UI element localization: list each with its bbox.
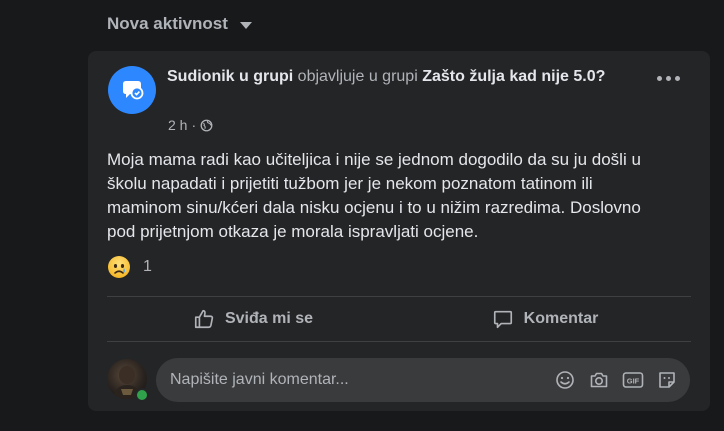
post-actions: Sviđa mi se Komentar	[107, 297, 691, 341]
sad-face-icon	[108, 256, 130, 278]
like-label: Sviđa mi se	[224, 310, 314, 327]
comment-input[interactable]	[156, 370, 554, 390]
more-dot	[657, 76, 662, 81]
comment-label: Komentar	[523, 310, 599, 327]
camera-icon[interactable]	[588, 369, 610, 391]
composer-icons: GIF	[554, 369, 690, 391]
feed-filter-dropdown[interactable]: Nova aktivnost	[107, 14, 252, 34]
more-dot	[666, 76, 671, 81]
author-name[interactable]: Sudionik u grupi	[167, 68, 293, 85]
post-timestamp[interactable]: 2 h	[168, 117, 187, 133]
group-member-avatar[interactable]	[108, 66, 156, 114]
post-body: Moja mama radi kao učiteljica i nije se …	[107, 150, 641, 241]
reaction-count: 1	[143, 258, 152, 275]
anonymous-member-icon	[123, 81, 144, 100]
post-action-text: objavljuje u grupi	[297, 68, 418, 85]
online-status-dot	[135, 388, 149, 402]
gif-icon[interactable]: GIF	[622, 369, 644, 391]
comment-input-wrapper: GIF	[156, 358, 690, 402]
comment-button[interactable]: Komentar	[399, 297, 691, 341]
reaction-summary[interactable]: 1	[107, 255, 152, 279]
globe-icon	[200, 119, 213, 131]
emoji-icon[interactable]	[554, 369, 576, 391]
divider	[107, 341, 691, 342]
more-options-button[interactable]	[657, 76, 680, 81]
comment-composer: GIF	[107, 356, 691, 402]
svg-text:GIF: GIF	[627, 377, 640, 386]
sticker-icon[interactable]	[656, 369, 678, 391]
group-name[interactable]: Zašto žulja kad nije 5.0?	[422, 68, 605, 85]
thumbs-up-icon	[194, 309, 214, 329]
post-card: Sudionik u grupi objavljuje u grupi Zašt…	[88, 51, 710, 411]
feed-header-label: Nova aktivnost	[107, 14, 228, 33]
like-button[interactable]: Sviđa mi se	[107, 297, 399, 341]
more-dot	[675, 76, 680, 81]
post-title: Sudionik u grupi objavljuje u grupi Zašt…	[167, 65, 617, 89]
comment-icon	[493, 310, 512, 329]
meta-separator: ·	[191, 117, 197, 133]
post-meta: 2 h ·	[168, 117, 213, 133]
chevron-down-icon	[239, 21, 252, 29]
